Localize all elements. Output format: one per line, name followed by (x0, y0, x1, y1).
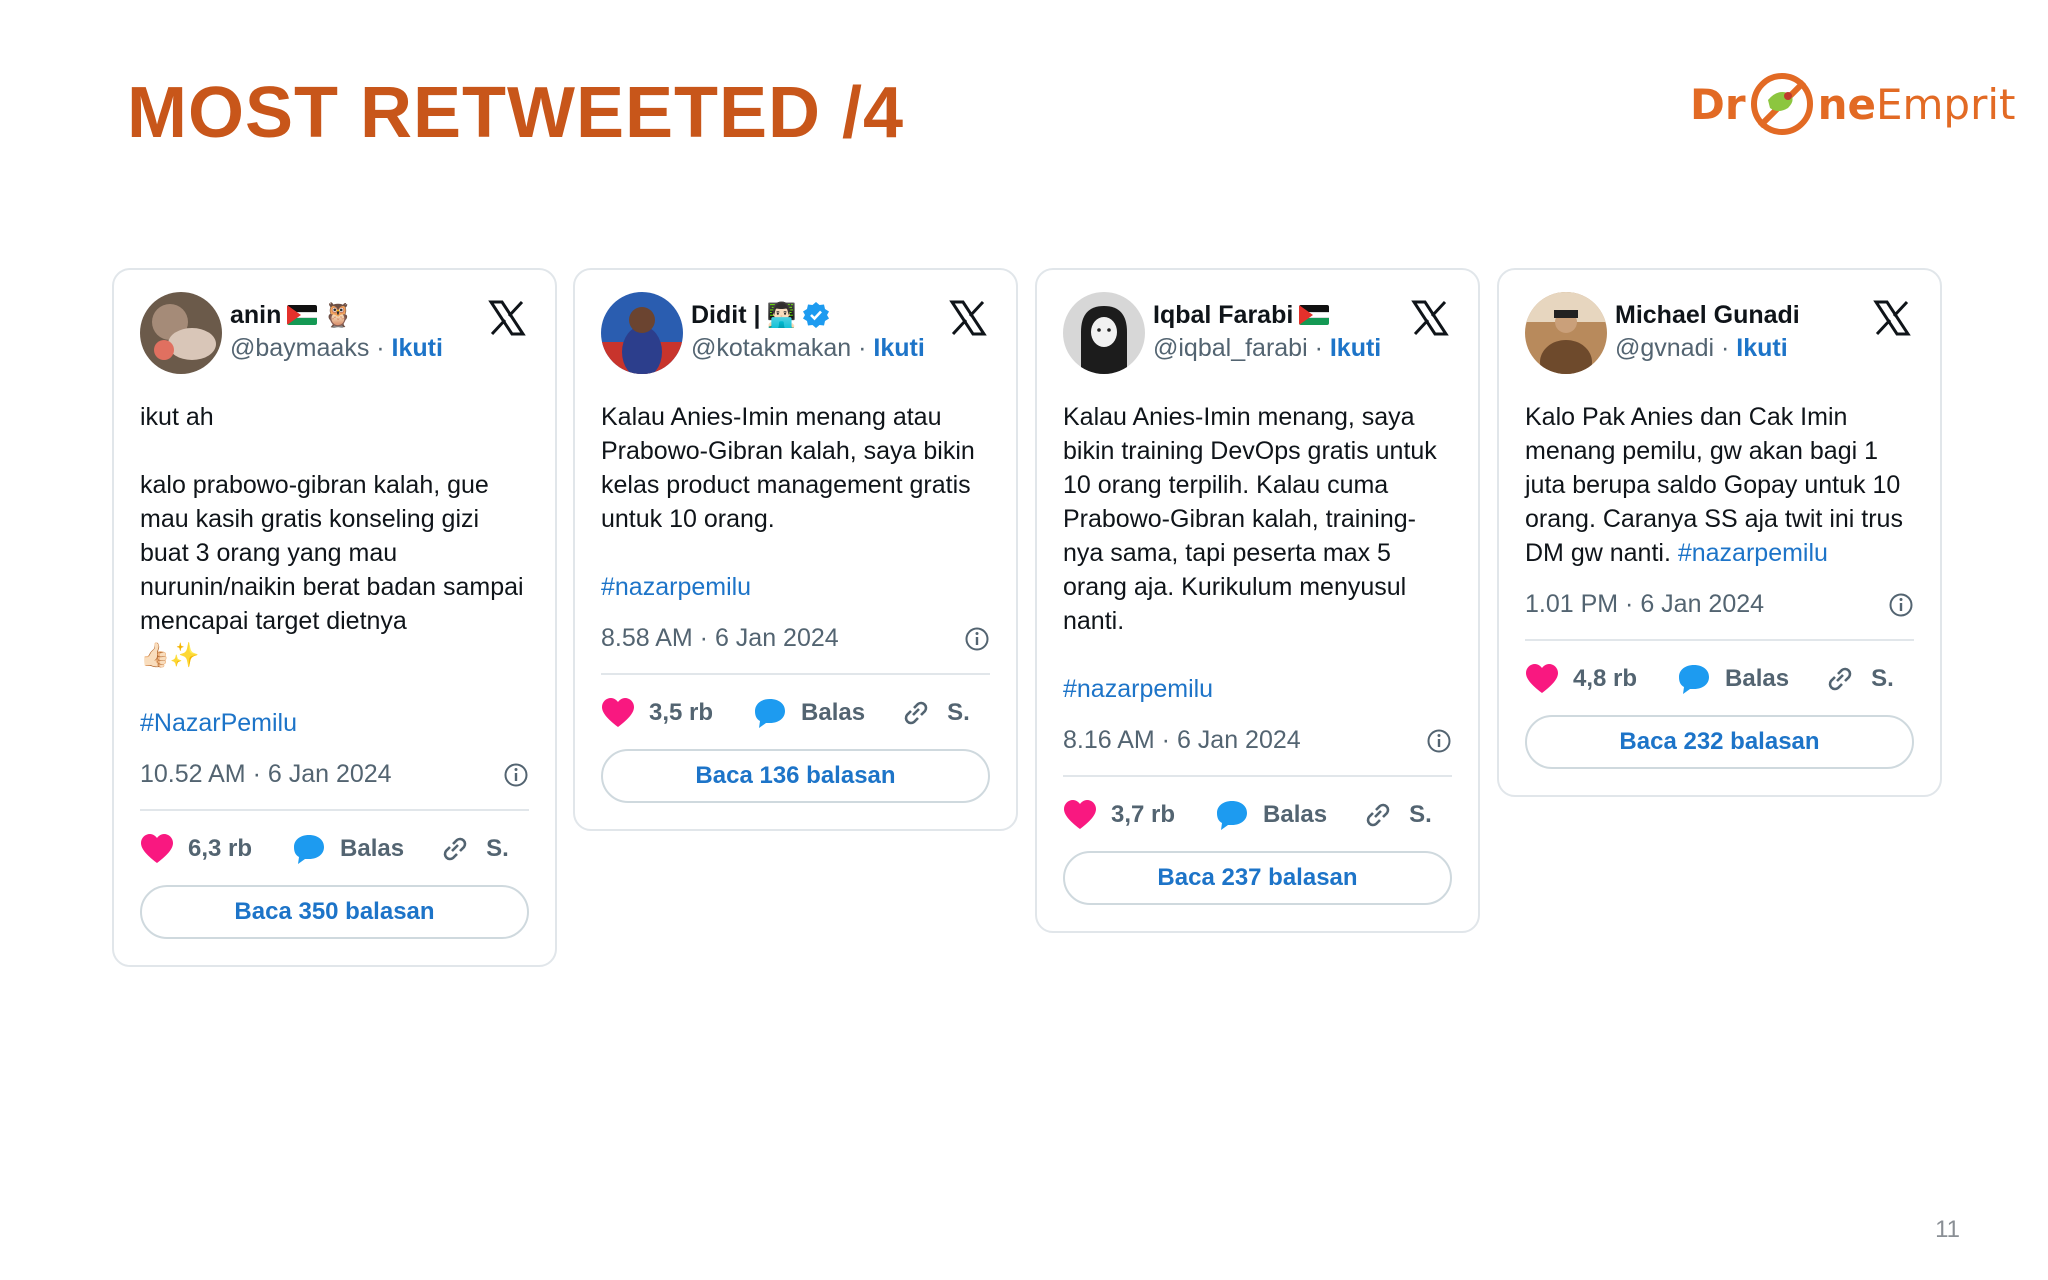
reply-button[interactable]: Balas (1677, 663, 1789, 695)
follow-button[interactable]: Ikuti (873, 334, 924, 362)
read-replies-button[interactable]: Baca 237 balasan (1063, 851, 1452, 905)
tweet-card: Iqbal Farabi @iqbal_farabi · Ikuti Kalau… (1035, 268, 1480, 933)
tweet-card: Didit | 👨🏻‍💻 @kotakmakan · Ikuti Kalau A… (573, 268, 1018, 831)
tweet-card: Michael Gunadi @gvnadi · Ikuti Kalo Pak … (1497, 268, 1942, 797)
reply-button[interactable]: Balas (1215, 799, 1327, 831)
palestine-flag-icon (1299, 305, 1330, 325)
like-count: 6,3 rb (188, 835, 253, 862)
author-handle[interactable]: @kotakmakan (691, 334, 851, 362)
link-icon (1828, 667, 1852, 691)
page-number: 11 (1935, 1216, 1960, 1243)
copy-label: S. (1409, 801, 1432, 828)
avatar[interactable] (140, 292, 222, 374)
hashtag-link[interactable]: #NazarPemilu (140, 709, 297, 737)
avatar[interactable] (601, 292, 683, 374)
info-icon[interactable] (503, 762, 529, 788)
author-name[interactable]: Iqbal Farabi (1153, 301, 1293, 330)
like-button[interactable]: 3,5 rb (601, 697, 713, 729)
copy-link-button[interactable]: S. (438, 833, 509, 865)
tweet-text: ikut ah kalo prabowo-gibran kalah, gue m… (140, 400, 529, 740)
reply-button[interactable]: Balas (753, 697, 865, 729)
info-icon[interactable] (1888, 592, 1914, 618)
palestine-flag-icon (287, 305, 318, 325)
logo-text-emprit: Emprit (1875, 79, 2016, 129)
timestamp[interactable]: 1.01 PM · 6 Jan 2024 (1525, 590, 1764, 619)
read-replies-button[interactable]: Baca 232 balasan (1525, 715, 1914, 769)
copy-label: S. (947, 699, 970, 726)
tweet-text: Kalau Anies-Imin menang atau Prabowo-Gib… (601, 400, 990, 604)
link-icon (443, 837, 467, 861)
tweet-body: Kalau Anies-Imin menang atau Prabowo-Gib… (601, 403, 975, 533)
follow-button[interactable]: Ikuti (1330, 334, 1381, 362)
drone-emprit-logo: Dr ne Emprit (1690, 66, 2015, 142)
link-icon (904, 701, 928, 725)
like-count: 3,5 rb (649, 699, 714, 726)
author-name[interactable]: Michael Gunadi (1615, 301, 1800, 330)
slide-title: MOST RETWEETED /4 (127, 73, 905, 153)
tweet-text: Kalo Pak Anies dan Cak Imin menang pemil… (1525, 400, 1914, 570)
reply-bubble-icon (1217, 801, 1248, 830)
logo-text-dr: Dr (1690, 79, 1746, 129)
like-count: 4,8 rb (1573, 665, 1638, 692)
copy-link-button[interactable]: S. (1361, 799, 1432, 831)
author-name[interactable]: Didit | (691, 301, 760, 330)
owl-emoji: 🦉 (323, 301, 354, 329)
tweet-emoji: 👍🏻✨ (140, 641, 200, 669)
heart-icon (602, 698, 634, 727)
like-button[interactable]: 3,7 rb (1063, 799, 1175, 831)
tweet-body: Kalau Anies-Imin menang, saya bikin trai… (1063, 403, 1437, 635)
link-icon (1366, 803, 1390, 827)
timestamp[interactable]: 8.16 AM · 6 Jan 2024 (1063, 726, 1301, 755)
heart-icon (141, 834, 173, 863)
technologist-emoji: 👨🏻‍💻 (766, 301, 797, 329)
follow-button[interactable]: Ikuti (1736, 334, 1787, 362)
info-icon[interactable] (964, 626, 990, 652)
reply-label: Balas (801, 699, 866, 726)
info-icon[interactable] (1426, 728, 1452, 754)
x-logo-icon[interactable] (487, 298, 527, 338)
reply-bubble-icon (294, 835, 325, 864)
author-handle[interactable]: @iqbal_farabi (1153, 334, 1308, 362)
reply-bubble-icon (755, 699, 786, 728)
reply-label: Balas (340, 835, 405, 862)
follow-button[interactable]: Ikuti (392, 334, 443, 362)
tweet-card: anin 🦉 @baymaaks · Ikuti ikut ah kalo pr… (112, 268, 557, 967)
read-replies-button[interactable]: Baca 350 balasan (140, 885, 529, 939)
like-count: 3,7 rb (1111, 801, 1176, 828)
drone-logo-icon (1750, 73, 1813, 135)
copy-label: S. (1871, 665, 1894, 692)
reply-bubble-icon (1679, 665, 1710, 694)
copy-label: S. (486, 835, 509, 862)
hashtag-link[interactable]: #nazarpemilu (1678, 539, 1828, 567)
copy-link-button[interactable]: S. (899, 697, 970, 729)
tweet-body: ikut ah kalo prabowo-gibran kalah, gue m… (140, 403, 524, 635)
reply-button[interactable]: Balas (292, 833, 404, 865)
like-button[interactable]: 6,3 rb (140, 833, 252, 865)
avatar[interactable] (1063, 292, 1145, 374)
heart-icon (1064, 800, 1096, 829)
logo-text-ne: ne (1817, 79, 1876, 129)
hashtag-link[interactable]: #nazarpemilu (601, 573, 751, 601)
tweet-text: Kalau Anies-Imin menang, saya bikin trai… (1063, 400, 1452, 706)
x-logo-icon[interactable] (1872, 298, 1912, 338)
hashtag-link[interactable]: #nazarpemilu (1063, 675, 1213, 703)
author-handle[interactable]: @baymaaks (230, 334, 369, 362)
copy-link-button[interactable]: S. (1823, 663, 1894, 695)
author-handle[interactable]: @gvnadi (1615, 334, 1714, 362)
verified-badge-icon (803, 302, 830, 328)
like-button[interactable]: 4,8 rb (1525, 663, 1637, 695)
heart-icon (1526, 664, 1558, 693)
author-name[interactable]: anin (230, 301, 281, 330)
x-logo-icon[interactable] (1410, 298, 1450, 338)
reply-label: Balas (1725, 665, 1790, 692)
x-logo-icon[interactable] (948, 298, 988, 338)
avatar[interactable] (1525, 292, 1607, 374)
timestamp[interactable]: 8.58 AM · 6 Jan 2024 (601, 624, 839, 653)
timestamp[interactable]: 10.52 AM · 6 Jan 2024 (140, 760, 392, 789)
read-replies-button[interactable]: Baca 136 balasan (601, 749, 990, 803)
reply-label: Balas (1263, 801, 1328, 828)
